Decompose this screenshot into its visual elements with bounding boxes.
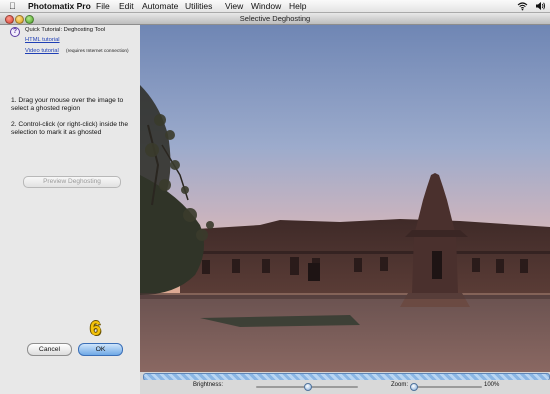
menu-utilities[interactable]: Utilities (185, 1, 212, 12)
tower-pediment (405, 230, 468, 237)
courtyard-ground (140, 295, 550, 372)
html-tutorial-link[interactable]: HTML tutorial (25, 37, 60, 43)
ok-button[interactable]: OK (78, 343, 123, 356)
help-icon: ? (10, 27, 20, 37)
deghosting-image-canvas[interactable] (140, 25, 550, 372)
tower-doorway (432, 251, 442, 279)
menu-help[interactable]: Help (289, 1, 306, 12)
preview-deghosting-button[interactable]: Preview Deghosting (23, 176, 121, 188)
instruction-step-1: 1. Drag your mouse over the image to sel… (11, 97, 124, 112)
side-panel (0, 25, 140, 394)
video-tutorial-link[interactable]: Video tutorial (25, 48, 59, 54)
step-number-annotation: 6 (90, 318, 102, 340)
window-title: Selective Deghosting (239, 14, 311, 23)
menu-file[interactable]: File (96, 1, 110, 12)
zoom-value: 100% (484, 382, 500, 388)
zoom-label: Zoom: (391, 382, 409, 388)
menu-bar:  Photomatix Pro File Edit Automate Util… (0, 0, 550, 13)
zoom-slider-thumb[interactable] (410, 383, 418, 391)
wall-shadow (140, 293, 550, 299)
temple-gallery (180, 219, 550, 293)
cancel-button[interactable]: Cancel (27, 343, 72, 356)
apple-icon[interactable]:  (9, 1, 16, 12)
brightness-label: Brightness: (193, 382, 224, 388)
menu-app-name[interactable]: Photomatix Pro (28, 1, 91, 12)
side-doorway (308, 263, 320, 281)
instruction-step-2: 2. Control-click (or right-click) inside… (11, 121, 129, 136)
wall-cornice (180, 251, 550, 254)
menu-automate[interactable]: Automate (142, 1, 178, 12)
video-tutorial-note: (requires Internet connection) (66, 48, 129, 54)
menu-window[interactable]: Window (251, 1, 281, 12)
menu-view[interactable]: View (225, 1, 243, 12)
tutorial-title: Quick Tutorial: Deghosting Tool (25, 27, 106, 33)
window-title-bar: Selective Deghosting (0, 13, 550, 25)
brightness-slider-thumb[interactable] (304, 383, 312, 391)
menu-edit[interactable]: Edit (119, 1, 134, 12)
zoom-slider[interactable] (412, 386, 482, 388)
